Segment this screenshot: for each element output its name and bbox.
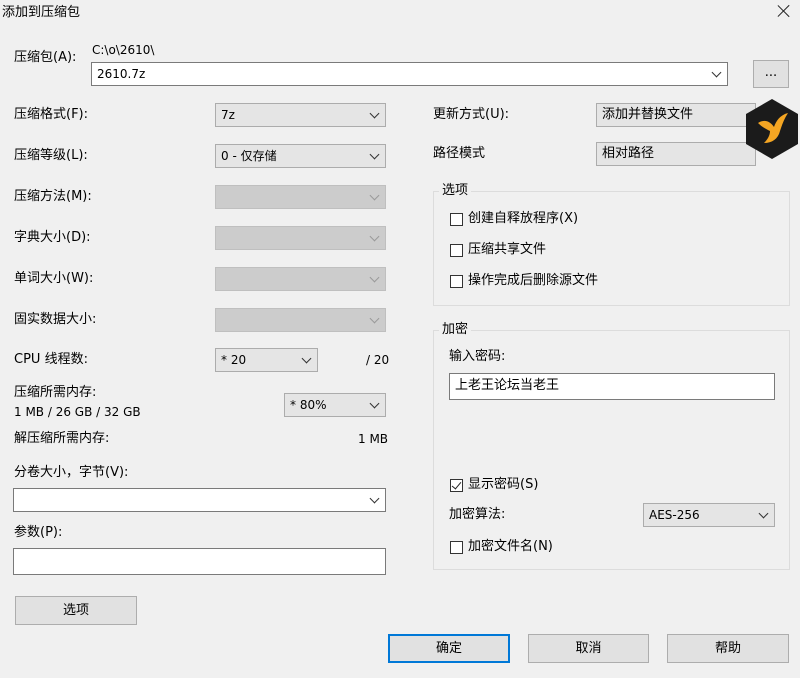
word-select[interactable] (215, 267, 386, 291)
update-label: 更新方式(U): (433, 107, 510, 122)
encrypt-method-label: 加密算法: (449, 507, 506, 522)
options-button[interactable]: 选项 (15, 596, 137, 625)
encrypt-group (433, 330, 790, 570)
chevron-down-icon (371, 151, 379, 159)
chevron-down-icon (371, 315, 379, 323)
delete-label: 操作完成后删除源文件 (468, 273, 599, 288)
archive-name-value: 2610.7z (97, 67, 146, 81)
show-password-checkbox[interactable] (450, 479, 463, 492)
split-label: 分卷大小，字节(V): (14, 465, 129, 480)
mem-percent-select[interactable]: * 80% (284, 393, 386, 417)
ok-button[interactable]: 确定 (388, 634, 510, 663)
method-label: 压缩方法(M): (14, 189, 92, 204)
split-combo[interactable] (13, 488, 386, 512)
chevron-down-icon (371, 400, 379, 408)
cancel-button[interactable]: 取消 (528, 634, 649, 663)
mem-decomp-label: 解压缩所需内存: (14, 431, 110, 446)
mem-comp-detail: 1 MB / 26 GB / 32 GB (14, 405, 141, 419)
chevron-down-icon (371, 274, 379, 282)
show-password-label: 显示密码(S) (468, 477, 539, 492)
word-label: 单词大小(W): (14, 271, 94, 286)
format-select[interactable]: 7z (215, 103, 386, 127)
dict-label: 字典大小(D): (14, 230, 91, 245)
mem-percent-value: * 80% (290, 398, 327, 412)
sfx-checkbox[interactable] (450, 213, 463, 226)
delete-checkbox[interactable] (450, 275, 463, 288)
level-label: 压缩等级(L): (14, 148, 88, 163)
password-input[interactable]: 上老王论坛当老王 (449, 373, 775, 400)
chevron-down-icon (371, 110, 379, 118)
encrypt-names-label: 加密文件名(N) (468, 539, 553, 554)
options-group-title: 选项 (439, 183, 472, 199)
params-input[interactable] (13, 548, 386, 575)
window-title: 添加到压缩包 (2, 5, 81, 20)
encrypt-method-value: AES-256 (649, 508, 700, 522)
encrypt-method-select[interactable]: AES-256 (643, 503, 775, 527)
pathmode-select[interactable]: 相对路径 (596, 142, 756, 166)
browse-button[interactable]: ... (753, 60, 789, 88)
mem-decomp-value: 1 MB (358, 432, 389, 446)
chevron-down-icon (371, 233, 379, 241)
format-value: 7z (221, 108, 235, 122)
help-button[interactable]: 帮助 (667, 634, 789, 663)
mem-comp-label: 压缩所需内存: (14, 385, 97, 400)
chevron-down-icon (303, 355, 311, 363)
format-label: 压缩格式(F): (14, 107, 89, 122)
bird-logo-icon (746, 99, 798, 159)
pathmode-label: 路径模式 (433, 146, 486, 161)
shared-checkbox[interactable] (450, 244, 463, 257)
close-icon[interactable] (776, 3, 792, 19)
method-select[interactable] (215, 185, 386, 209)
sfx-label: 创建自释放程序(X) (468, 211, 579, 226)
cpu-value: * 20 (221, 353, 247, 367)
cpu-label: CPU 线程数: (14, 352, 88, 367)
encrypt-names-checkbox[interactable] (450, 541, 463, 554)
update-select[interactable]: 添加并替换文件 (596, 103, 756, 127)
shared-label: 压缩共享文件 (468, 242, 547, 257)
dict-select[interactable] (215, 226, 386, 250)
cpu-max: / 20 (366, 353, 390, 367)
chevron-down-icon (371, 192, 379, 200)
update-value: 添加并替换文件 (602, 107, 694, 122)
solid-select[interactable] (215, 308, 386, 332)
encrypt-group-title: 加密 (439, 322, 472, 338)
solid-label: 固实数据大小: (14, 312, 97, 327)
level-select[interactable]: 0 - 仅存储 (215, 144, 386, 168)
archive-label: 压缩包(A): (14, 50, 77, 65)
chevron-down-icon (760, 510, 768, 518)
password-label: 输入密码: (449, 349, 506, 364)
chevron-down-icon (713, 69, 721, 77)
cpu-select[interactable]: * 20 (215, 348, 318, 372)
archive-name-combo[interactable]: 2610.7z (91, 62, 728, 86)
pathmode-value: 相对路径 (602, 146, 655, 161)
level-value: 0 - 仅存储 (221, 149, 277, 163)
params-label: 参数(P): (14, 525, 63, 540)
archive-path: C:\o\2610\ (92, 43, 155, 57)
chevron-down-icon (371, 495, 379, 503)
